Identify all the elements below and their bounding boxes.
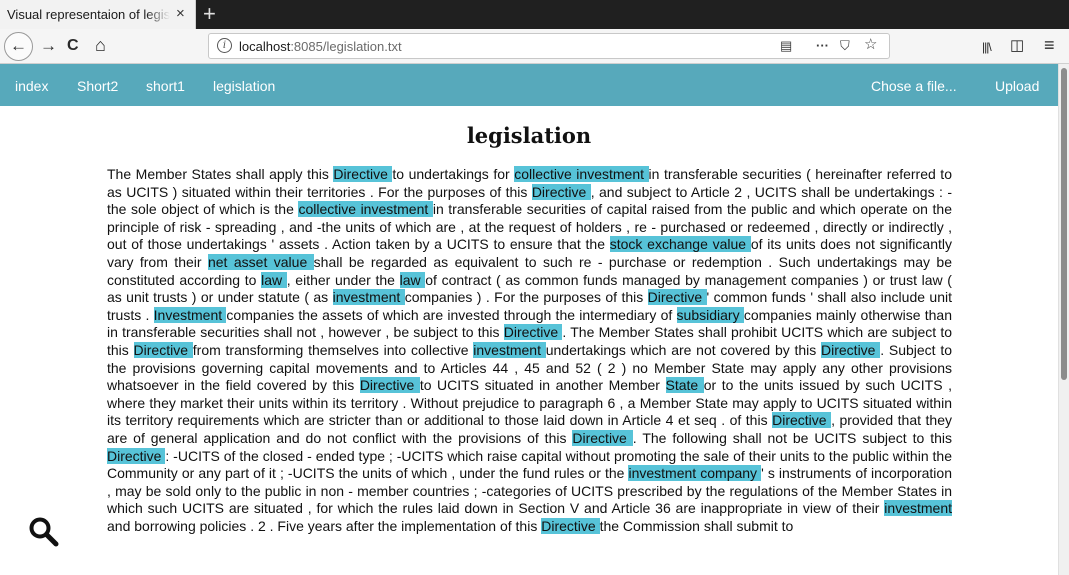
nav-link-index[interactable]: index bbox=[15, 78, 48, 94]
text-segment: from transforming themselves into collec… bbox=[192, 341, 474, 358]
menu-icon[interactable]: ≡ bbox=[1044, 35, 1055, 55]
highlighted-term: investment company bbox=[628, 465, 762, 482]
text-segment: to undertakings for bbox=[392, 166, 515, 182]
page-scrollbar[interactable] bbox=[1058, 64, 1069, 575]
url-text: localhost:8085/legislation.txt bbox=[239, 39, 402, 54]
text-segment: and borrowing policies . 2 . Five years … bbox=[107, 517, 542, 534]
page-actions-icon[interactable]: ··· bbox=[816, 38, 829, 54]
text-segment: the Commission shall submit to bbox=[599, 517, 794, 534]
highlighted-term: investment bbox=[884, 500, 952, 517]
highlighted-term: State bbox=[665, 377, 704, 394]
upload-button[interactable]: Upload bbox=[995, 78, 1039, 94]
text-segment: companies ) . For the purposes of this bbox=[404, 289, 648, 306]
highlighted-term: subsidiary bbox=[676, 306, 744, 323]
highlighted-term: Directive bbox=[503, 324, 563, 341]
highlighted-term: investment bbox=[473, 341, 546, 358]
nav-link-short1[interactable]: short1 bbox=[146, 78, 185, 94]
bookmark-star-icon[interactable]: ☆ bbox=[864, 37, 877, 53]
highlighted-term: collective investment bbox=[298, 201, 433, 218]
page-title: legislation bbox=[466, 123, 592, 148]
highlighted-term: Directive bbox=[821, 341, 881, 358]
highlighted-term: law bbox=[261, 271, 287, 288]
highlighted-term: Directive bbox=[359, 377, 420, 394]
highlighted-term: Directive bbox=[647, 289, 707, 306]
url-path: :8085/legislation.txt bbox=[290, 39, 402, 54]
home-icon[interactable]: ⌂ bbox=[95, 35, 106, 55]
legislation-text: The Member States shall apply this Direc… bbox=[107, 166, 952, 535]
highlighted-term: Investment bbox=[153, 306, 227, 323]
sidebar-icon[interactable]: ◫ bbox=[1010, 36, 1024, 56]
highlighted-term: Directive bbox=[772, 412, 832, 429]
pocket-icon[interactable]: ⛉ bbox=[840, 38, 850, 54]
highlighted-term: Directive bbox=[572, 429, 633, 446]
text-segment: The Member States shall apply this bbox=[107, 166, 334, 182]
search-icon[interactable] bbox=[28, 516, 60, 548]
text-segment: companies the assets of which are invest… bbox=[226, 306, 677, 323]
library-icon[interactable]: |||\ bbox=[982, 37, 992, 57]
site-info-icon[interactable]: i bbox=[217, 38, 232, 53]
highlighted-term: Directive bbox=[133, 341, 193, 358]
highlighted-term: law bbox=[399, 271, 426, 288]
highlighted-term: collective investment bbox=[514, 166, 649, 182]
url-host: localhost bbox=[239, 39, 291, 54]
highlighted-term: Directive bbox=[107, 447, 166, 464]
highlighted-term: investment bbox=[332, 289, 405, 306]
text-segment: to UCITS situated in another Member bbox=[419, 377, 666, 394]
choose-file-button[interactable]: Chose a file... bbox=[871, 78, 957, 94]
highlighted-term: net asset value bbox=[207, 253, 314, 270]
browser-tab-strip: Visual representaion of legislation × + bbox=[0, 0, 1069, 29]
scrollbar-thumb[interactable] bbox=[1061, 68, 1067, 380]
tab-title: Visual representaion of legislation bbox=[7, 7, 170, 22]
forward-arrow-icon[interactable]: → bbox=[40, 36, 57, 56]
highlighted-term: Directive bbox=[541, 517, 600, 534]
highlighted-term: stock exchange value bbox=[609, 236, 751, 253]
browser-toolbar: ← → C ⌂ i localhost:8085/legislation.txt… bbox=[0, 29, 1069, 64]
highlighted-term: Directive bbox=[333, 166, 393, 182]
nav-link-short2[interactable]: Short2 bbox=[77, 78, 118, 94]
app-navbar: index Short2 short1 legislation Chose a … bbox=[0, 64, 1058, 106]
new-tab-icon[interactable]: + bbox=[203, 2, 216, 26]
close-tab-icon[interactable]: × bbox=[176, 5, 185, 23]
address-bar[interactable]: i localhost:8085/legislation.txt ▤ ··· ⛉… bbox=[208, 33, 890, 59]
back-arrow-icon: ← bbox=[10, 36, 27, 55]
reader-view-icon[interactable]: ▤ bbox=[780, 38, 792, 54]
nav-link-legislation[interactable]: legislation bbox=[213, 78, 275, 94]
highlighted-term: Directive bbox=[531, 183, 591, 200]
text-segment: , either under the bbox=[286, 271, 400, 288]
text-segment: undertakings which are not covered by th… bbox=[545, 341, 822, 358]
reload-icon[interactable]: C bbox=[67, 36, 79, 56]
browser-tab[interactable]: Visual representaion of legislation × bbox=[0, 0, 196, 29]
back-button[interactable]: ← bbox=[4, 32, 33, 61]
text-segment: . The following shall not be UCITS subje… bbox=[632, 429, 952, 446]
